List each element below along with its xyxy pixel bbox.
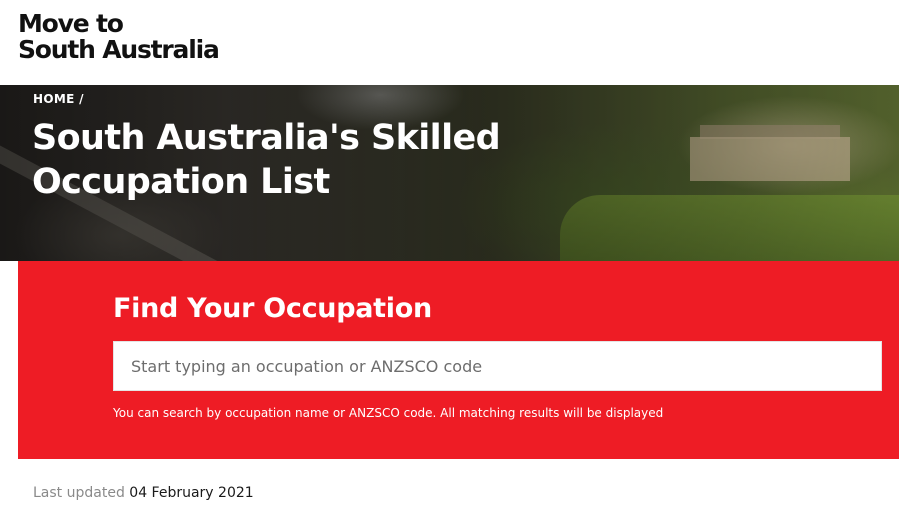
last-updated-date: 04 February 2021	[129, 485, 254, 501]
last-updated: Last updated 04 February 2021	[33, 485, 254, 501]
site-header: Move to South Australia	[0, 0, 899, 85]
page-title: South Australia's Skilled Occupation Lis…	[32, 118, 501, 202]
breadcrumb-separator: /	[79, 92, 84, 106]
logo-line-2: South Australia	[18, 35, 220, 64]
logo-line-1: Move to	[18, 9, 124, 38]
breadcrumb-home-link[interactable]: HOME	[33, 92, 75, 106]
breadcrumb: HOME /	[33, 92, 84, 106]
last-updated-label: Last updated	[33, 485, 125, 501]
search-hint: You can search by occupation name or ANZ…	[113, 406, 664, 420]
occupation-search-input[interactable]	[113, 341, 882, 391]
site-logo[interactable]: Move to South Australia	[18, 9, 220, 64]
finder-title: Find Your Occupation	[113, 293, 432, 324]
occupation-finder: Find Your Occupation You can search by o…	[18, 261, 899, 459]
